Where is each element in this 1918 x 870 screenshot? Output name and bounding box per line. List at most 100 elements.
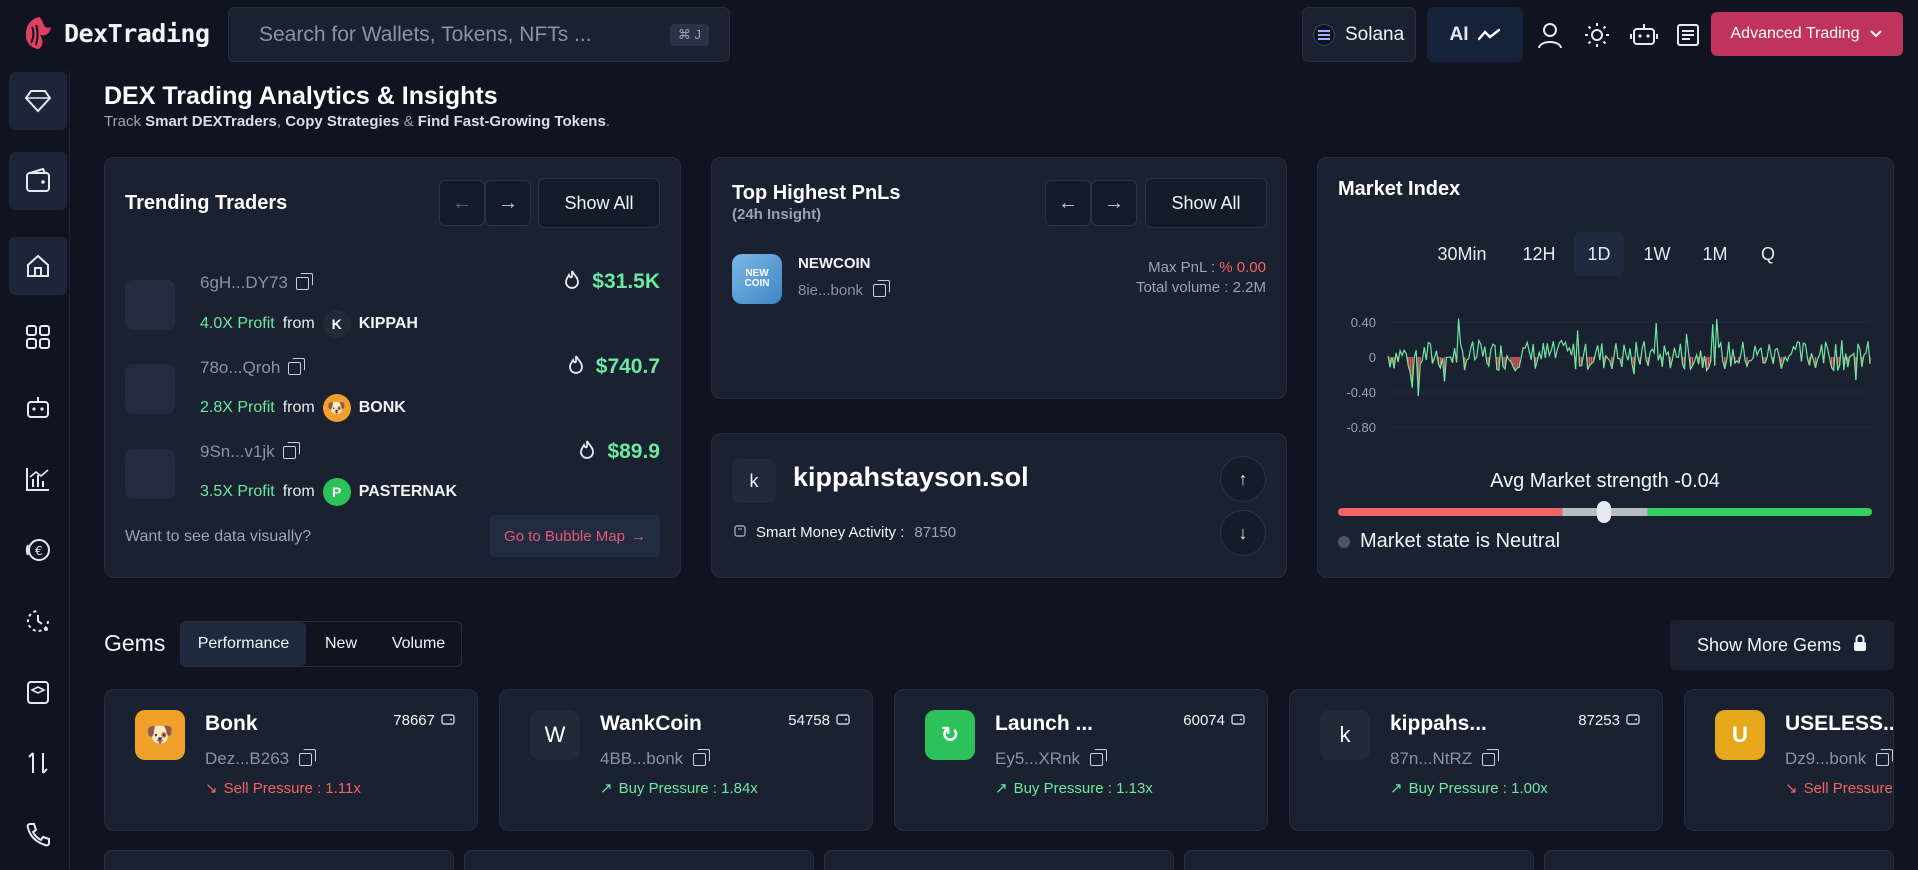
gem-name: WankCoin xyxy=(600,712,702,735)
gem-address: 4BB...bonk xyxy=(600,748,711,769)
chain-label: Solana xyxy=(1345,23,1405,45)
arrow-down-icon: ↓ xyxy=(1238,522,1248,543)
gem-card[interactable]: ↻ Launch ... 60074 Ey5...XRnk ↗ Buy Press… xyxy=(894,689,1268,831)
chevron-down-icon xyxy=(1870,30,1883,38)
flame-icon xyxy=(579,439,595,465)
trader-address: 9Sn...v1jk xyxy=(200,441,300,462)
sidebar-item-analytics[interactable] xyxy=(9,450,67,508)
clock-icon xyxy=(27,610,49,632)
gem-address: Dez...B263 xyxy=(205,748,317,769)
sidebar-item-dashboard[interactable] xyxy=(9,308,67,366)
market-strength-label: Avg Market strength -0.04 xyxy=(1490,470,1720,492)
copy-icon[interactable] xyxy=(282,441,300,459)
trader-avatar[interactable] xyxy=(125,449,175,499)
sidebar-item-gems[interactable] xyxy=(9,72,67,130)
gems-tabs: Performance New Volume xyxy=(180,621,462,667)
copy-icon[interactable] xyxy=(873,280,891,297)
copy-icon[interactable] xyxy=(1090,748,1108,766)
sidebar-item-history[interactable] xyxy=(9,592,67,650)
tab-new[interactable]: New xyxy=(306,622,376,666)
theme-toggle-icon[interactable] xyxy=(1582,20,1612,50)
copy-icon[interactable] xyxy=(288,357,306,375)
copy-icon[interactable] xyxy=(1876,748,1893,766)
market-index-title: Market Index xyxy=(1338,178,1461,200)
show-all-pnl-button[interactable]: Show All xyxy=(1145,178,1267,228)
gem-card[interactable]: W WankCoin 54758 4BB...bonk ↗ Buy Pressur… xyxy=(499,689,873,831)
timeframe-12h[interactable]: 12H xyxy=(1512,232,1566,276)
flame-icon xyxy=(564,269,580,295)
trader-avatar[interactable] xyxy=(125,280,175,330)
trader-profit-line: 4.0X Profit from K KIPPAH xyxy=(200,310,418,338)
news-icon[interactable] xyxy=(1673,20,1703,50)
copy-icon[interactable] xyxy=(1482,748,1500,766)
gem-card[interactable]: U USELESS... Dz9...bonk ↘ Sell Pressure xyxy=(1684,689,1894,831)
sidebar-item-currency[interactable]: € xyxy=(9,521,67,579)
trending-traders-title: Trending Traders xyxy=(125,192,288,214)
sidebar-item-learn[interactable] xyxy=(9,663,67,721)
arrow-right-icon: → xyxy=(1104,191,1124,214)
token-name[interactable]: PASTERNAK xyxy=(359,483,457,501)
show-more-gems-button[interactable]: Show More Gems xyxy=(1670,620,1894,670)
trend-icon xyxy=(1477,28,1500,40)
trend-up-icon: ↗ xyxy=(995,780,1008,797)
svg-text:€: € xyxy=(35,544,43,558)
trader-avatar[interactable] xyxy=(125,364,175,414)
brand-logo[interactable]: DexTrading xyxy=(22,15,210,51)
sidebar-item-support[interactable] xyxy=(9,805,67,863)
copy-icon[interactable] xyxy=(295,272,313,290)
sidebar-item-swap[interactable] xyxy=(9,734,67,792)
timeframe-30min[interactable]: 30Min xyxy=(1422,232,1502,276)
trend-down-icon: ↘ xyxy=(205,780,218,797)
gem-holder-count: 78667 xyxy=(393,712,455,729)
timeframe-1d[interactable]: 1D xyxy=(1574,232,1624,276)
gem-logo: k xyxy=(1320,710,1370,760)
gem-pressure: ↗ Buy Pressure : 1.00x xyxy=(1390,779,1548,798)
next-button[interactable]: → xyxy=(485,180,531,226)
token-name[interactable]: KIPPAH xyxy=(359,315,418,333)
wallet-name[interactable]: kippahstayson.sol xyxy=(793,462,1029,493)
ai-button[interactable]: AI xyxy=(1427,7,1523,62)
trader-profit-line: 2.8X Profit from 🐶 BONK xyxy=(200,394,406,422)
search-input[interactable]: Search for Wallets, Tokens, NFTs ... ⌘ J xyxy=(228,7,730,62)
show-all-traders-button[interactable]: Show All xyxy=(538,178,660,228)
trader-value: $740.7 xyxy=(568,354,660,380)
coin-icon: € xyxy=(25,539,50,561)
scroll-down-button[interactable]: ↓ xyxy=(1220,510,1266,556)
gem-address: Ey5...XRnk xyxy=(995,748,1108,769)
copy-icon[interactable] xyxy=(693,748,711,766)
sidebar-item-home[interactable] xyxy=(9,237,67,295)
prev-button[interactable]: ← xyxy=(439,180,485,226)
timeframe-1m[interactable]: 1M xyxy=(1690,232,1740,276)
robot-icon[interactable] xyxy=(1629,20,1659,50)
prev-button[interactable]: ← xyxy=(1045,180,1091,226)
trader-address: 78o...Qroh xyxy=(200,357,306,378)
max-pnl: Max PnL : % 0.00 xyxy=(1148,259,1266,276)
y-tick: -0.40 xyxy=(1346,385,1376,400)
gem-name: Bonk xyxy=(205,712,258,735)
scroll-up-button[interactable]: ↑ xyxy=(1220,456,1266,502)
wallet-icon xyxy=(1626,712,1640,729)
pnl-token-name[interactable]: NEWCOIN xyxy=(798,255,871,272)
tab-volume[interactable]: Volume xyxy=(376,622,461,666)
timeframe-q[interactable]: Q xyxy=(1748,232,1788,276)
advanced-trading-button[interactable]: Advanced Trading xyxy=(1711,12,1903,56)
copy-icon[interactable] xyxy=(299,748,317,766)
token-name[interactable]: BONK xyxy=(359,399,406,417)
tab-performance[interactable]: Performance xyxy=(181,622,306,666)
user-icon[interactable] xyxy=(1535,20,1565,50)
bubble-map-button[interactable]: Go to Bubble Map → xyxy=(490,515,660,557)
wallet-card: k kippahstayson.sol Smart Money Activity… xyxy=(711,433,1287,578)
list-item xyxy=(824,850,1174,870)
gem-card[interactable]: 🐶 Bonk 78667 Dez...B263 ↘ Sell Pressure :… xyxy=(104,689,478,831)
lion-logo-icon xyxy=(25,17,51,49)
ai-label: AI xyxy=(1449,23,1469,45)
sidebar-item-bot[interactable] xyxy=(9,379,67,437)
sidebar-item-wallet[interactable] xyxy=(9,152,67,210)
next-button[interactable]: → xyxy=(1091,180,1137,226)
arrow-left-icon: ← xyxy=(1058,191,1078,214)
diamond-icon xyxy=(24,90,52,113)
timeframe-1w[interactable]: 1W xyxy=(1632,232,1682,276)
chain-selector[interactable]: Solana xyxy=(1302,7,1416,62)
advanced-trading-label: Advanced Trading xyxy=(1730,25,1860,42)
gem-card[interactable]: k kippahs... 87253 87n...NtRZ ↗ Buy Press… xyxy=(1289,689,1663,831)
